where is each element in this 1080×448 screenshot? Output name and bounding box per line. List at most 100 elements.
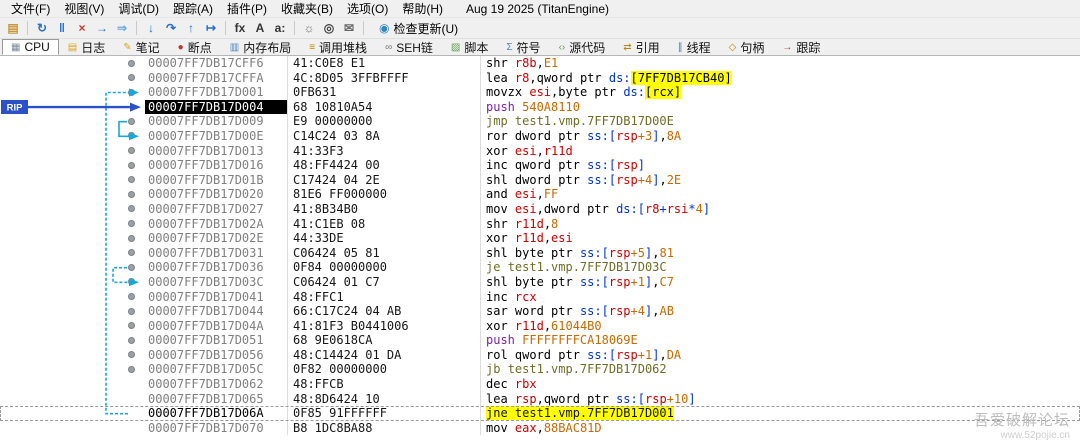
disasm-row[interactable]: 00007FF7DB17D05C 0F82 00000000 jb test1.vm… [0,362,1080,378]
breakpoint-dot[interactable] [128,132,135,140]
restart-icon[interactable]: ↻ [33,20,51,37]
disasm-row[interactable]: 00007FF7DB17D062 48:FFCB dec rbx [0,377,1080,392]
breakpoint-dot[interactable] [128,205,135,213]
token-jt: test1.vmp.7FF7DB17D03C [507,260,667,275]
disasm-row[interactable]: 00007FF7DB17D041 48:FFC1 inc rcx [0,289,1080,305]
menu-item-4[interactable]: 插件(P) [220,0,274,18]
disasm-row[interactable]: 00007FF7DB17D004 68 10810A54 push 540A8110 [0,99,1080,115]
breakpoint-dot[interactable] [128,365,135,373]
breakpoint-dot[interactable] [128,74,135,82]
menu-item-5[interactable]: 收藏夹(B) [274,0,340,18]
breakpoint-dot[interactable] [128,336,135,344]
disasm-row[interactable]: 00007FF7DB17D044 66:C17C24 04 AB sar word … [0,304,1080,319]
step-into-icon[interactable]: ↓ [142,20,160,37]
instruction-cell: ror dword ptr ss:[rsp+3],8A [480,128,1080,144]
tab-handles[interactable]: ◇ 句柄 [720,39,774,55]
breakpoint-dot[interactable] [128,176,135,184]
disasm-row[interactable]: 00007FF7DB17D020 81E6 FF000000 and esi,FF [0,187,1080,202]
token-mn: sar [486,304,515,319]
disasm-row[interactable]: 00007FF7DB17D036 0F84 00000000 je test1.vm… [0,260,1080,275]
breakpoint-dot[interactable] [128,147,135,155]
token-reg: esi [514,143,537,158]
disasm-row[interactable]: 00007FF7DB17D051 68 9E0618CA push FFFFFFFF… [0,333,1080,348]
bytes-cell: 48:FFC1 [287,289,480,305]
disasm-row[interactable]: 00007FF7DB17D065 48:8D6424 10 lea rsp,qwor… [0,391,1080,407]
disasm-row[interactable]: 00007FF7DB17D02A 41:C1EB 08 shr r11d,8 [0,216,1080,232]
breakpoint-dot[interactable] [128,307,135,315]
gutter-cell [0,202,145,217]
comment-icon[interactable]: ✉ [340,20,358,37]
stop-icon[interactable]: × [73,20,91,37]
assemble-fx-icon[interactable]: fx [231,20,249,37]
menu-item-3[interactable]: 跟踪(A) [166,0,220,18]
breakpoint-dot[interactable] [128,322,135,330]
check-updates-button[interactable]: ◉ 检查更新(U) [373,19,464,38]
disasm-row[interactable]: 00007FF7DB17D056 48:C14424 01 DA rol qword… [0,347,1080,363]
bytes-cell: 48:C14424 01 DA [287,347,480,363]
breakpoint-dot[interactable] [128,220,135,228]
disasm-row[interactable]: 00007FF7DB17D027 41:8B34B0 mov esi,dword p… [0,201,1080,217]
tab-source[interactable]: ‹› 源代码 [550,39,615,55]
breakpoint-dot[interactable] [128,263,135,271]
breakpoint-dot[interactable] [128,190,135,198]
tab-notes[interactable]: ✎ 笔记 [114,39,168,55]
disasm-row[interactable]: 00007FF7DB17D04A 41:81F3 B0441006 xor r11d… [0,318,1080,334]
text-a-icon[interactable]: A [251,20,269,37]
disasm-row[interactable]: 00007FF7DB17D031 C06424 05 81 shl byte ptr… [0,245,1080,261]
disasm-row[interactable]: 00007FF7DB17D00E C14C24 03 8A ror dword pt… [0,128,1080,144]
run-icon[interactable]: → [93,20,111,37]
step-out-icon[interactable]: ↑ [182,20,200,37]
disasm-row[interactable]: 00007FF7DB17CFFA 4C:8D05 3FFBFFFF lea r8,q… [0,70,1080,86]
menu-item-2[interactable]: 调试(D) [111,0,166,18]
menu-item-1[interactable]: 视图(V) [57,0,111,18]
breakpoint-dot[interactable] [128,88,135,96]
breakpoint-dot[interactable] [128,117,135,125]
breakpoint-dot[interactable] [128,351,135,359]
disasm-row[interactable]: 00007FF7DB17CFF6 41:C0E8 E1 shr r8b,E1 [0,56,1080,71]
skip-icon[interactable]: ↦ [202,20,220,37]
tab-threads[interactable]: ∥ 线程 [669,39,720,55]
gutter-cell [0,173,145,188]
gutter-cell [0,158,145,173]
run-ignore-exceptions-icon[interactable]: ⇒ [113,20,131,37]
disasm-row[interactable]: 00007FF7DB17D06A 0F85 91FFFFFF jne test1.v… [0,406,1080,421]
menu-item-7[interactable]: 帮助(H) [395,0,450,18]
token-imm: DA [666,347,682,362]
menu-item-0[interactable]: 文件(F) [4,0,57,18]
tab-symbols[interactable]: Σ 符号 [497,39,549,55]
disasm-row[interactable]: 00007FF7DB17D01B C17424 04 2E shl dword pt… [0,172,1080,188]
open-folder-icon[interactable]: ▤ [4,20,22,37]
tab-seh-chain[interactable]: ∞ SEH链 [376,39,442,55]
disasm-row[interactable]: 00007FF7DB17D070 B8 1DC8BA88 mov eax,88BAC… [0,420,1080,436]
instruction-cell: mov esi,dword ptr ds:[r8+rsi*4] [480,201,1080,217]
disasm-row[interactable]: 00007FF7DB17D02E 44:33DE xor r11d,esi [0,231,1080,246]
tab-breakpoints[interactable]: ● 断点 [169,39,221,55]
tab-cpu[interactable]: ▦ CPU [2,39,59,55]
tab-script[interactable]: ▨ 脚本 [442,39,497,55]
disasm-row[interactable]: 00007FF7DB17D013 41:33F3 xor esi,r11d [0,143,1080,159]
breakpoint-dot[interactable] [128,234,135,242]
disasm-row[interactable]: 00007FF7DB17D009 E9 00000000 jmp test1.vmp… [0,114,1080,129]
step-over-icon[interactable]: ↷ [162,20,180,37]
settings-gear-icon[interactable]: ☼ [300,20,318,37]
disasm-row[interactable]: 00007FF7DB17D03C C06424 01 C7 shl byte ptr… [0,274,1080,290]
address-cell: 00007FF7DB17D016 [148,158,264,173]
breakpoint-dot[interactable] [128,249,135,257]
breakpoint-dot[interactable] [128,293,135,300]
disasm-row[interactable]: 00007FF7DB17D016 48:FF4424 00 inc qword pt… [0,158,1080,173]
disasm-row[interactable]: 00007FF7DB17D001 0FB631 movzx esi,byte ptr… [0,85,1080,100]
tab-references[interactable]: ⇄ 引用 [614,39,668,55]
instruction-text: push FFFFFFFFCA18069E [486,333,638,347]
search-binoculars-icon[interactable]: ◎ [320,20,338,37]
tab-memory-map[interactable]: ▥ 内存布局 [221,39,300,55]
font-az-icon[interactable]: a: [271,20,289,37]
tab-log[interactable]: ▤ 日志 [59,39,114,55]
breakpoint-dot[interactable] [128,59,135,67]
breakpoint-dot[interactable] [128,161,135,169]
token-imm: +1 [637,347,653,362]
menu-item-6[interactable]: 选项(O) [340,0,395,18]
pause-icon[interactable]: ‖ [53,20,71,37]
tab-trace[interactable]: → 跟踪 [773,39,829,55]
tab-call-stack[interactable]: ≡ 调用堆栈 [300,39,376,55]
breakpoint-dot[interactable] [128,278,135,286]
